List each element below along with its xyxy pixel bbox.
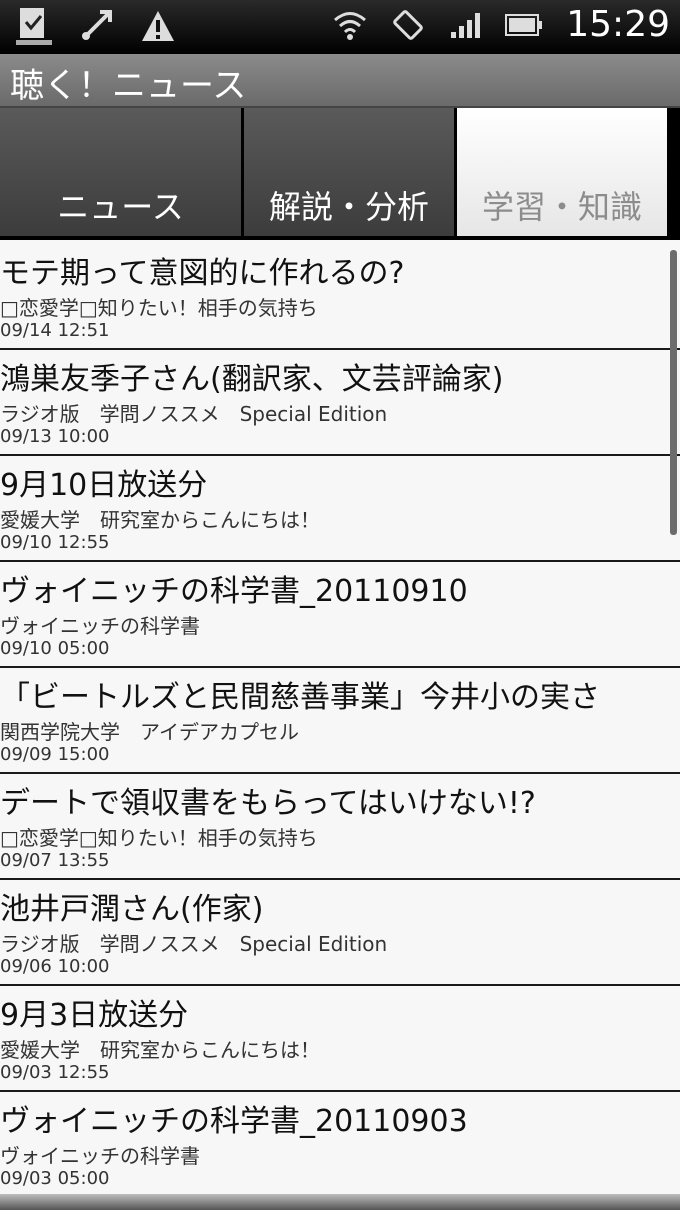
item-source: 愛媛大学 研究室からこんにちは！: [0, 508, 320, 532]
list-item[interactable]: 鴻巣友季子さん(翻訳家、文芸評論家) ラジオ版 学問ノススメ Special E…: [0, 350, 680, 456]
item-title: 9月3日放送分: [0, 998, 189, 1033]
list-item[interactable]: 池井戸潤さん(作家) ラジオ版 学問ノススメ Special Edition 0…: [0, 880, 680, 986]
item-source: ヴォイニッチの科学書: [0, 1144, 200, 1168]
list-item[interactable]: ヴォイニッチの科学書_20110910 ヴォイニッチの科学書 09/10 05:…: [0, 562, 680, 668]
item-source: 関西学院大学 アイデアカプセル: [0, 720, 299, 744]
warning-icon: [138, 6, 178, 46]
list-item[interactable]: ヴォイニッチの科学書_20110903 ヴォイニッチの科学書 09/03 05:…: [0, 1092, 680, 1196]
item-date: 09/09 15:00: [0, 744, 110, 765]
item-date: 09/10 05:00: [0, 638, 110, 659]
item-title: 9月10日放送分: [0, 468, 208, 503]
item-source: ラジオ版 学問ノススメ Special Edition: [0, 932, 388, 956]
item-date: 09/14 12:51: [0, 320, 110, 341]
tab-news-label: ニュース: [57, 188, 184, 226]
item-title: モテ期って意図的に作れるの?: [0, 256, 405, 291]
list-item[interactable]: デートで領収書をもらってはいけない!? □恋愛学□知りたい！相手の気持ち 09/…: [0, 774, 680, 880]
signal-icon: [446, 5, 486, 45]
item-source: ラジオ版 学問ノススメ Special Edition: [0, 402, 388, 426]
tab-analysis-label: 解説・分析: [268, 188, 429, 226]
item-date: 09/03 05:00: [0, 1168, 110, 1189]
item-date: 09/06 10:00: [0, 956, 110, 977]
item-date: 09/03 12:55: [0, 1062, 110, 1083]
download-complete-icon: [14, 6, 54, 46]
battery-icon: [504, 5, 544, 45]
tab-analysis[interactable]: 解説・分析: [244, 108, 454, 236]
item-source: □恋愛学□知りたい！相手の気持ち: [0, 826, 318, 850]
bottom-edge: [0, 1194, 680, 1210]
tab-bar: ニュース 解説・分析 学習・知識: [0, 108, 680, 240]
item-title: 池井戸潤さん(作家): [0, 892, 264, 927]
item-title: ヴォイニッチの科学書_20110910: [0, 574, 468, 609]
item-source: □恋愛学□知りたい！相手の気持ち: [0, 296, 318, 320]
item-source: ヴォイニッチの科学書: [0, 614, 200, 638]
rotate-icon: [388, 5, 428, 45]
list-scrollbar[interactable]: [670, 250, 677, 535]
list-item[interactable]: 9月3日放送分 愛媛大学 研究室からこんにちは！ 09/03 12:55: [0, 986, 680, 1092]
item-title: ヴォイニッチの科学書_20110903: [0, 1104, 468, 1139]
list-item[interactable]: 9月10日放送分 愛媛大学 研究室からこんにちは！ 09/10 12:55: [0, 456, 680, 562]
item-date: 09/10 12:55: [0, 532, 110, 553]
list-item[interactable]: 「ビートルズと民間慈善事業」今井小の実さ 関西学院大学 アイデアカプセル 09/…: [0, 668, 680, 774]
tab-bar-filler: [670, 108, 680, 240]
item-date: 09/13 10:00: [0, 426, 110, 447]
status-bar: 15:29: [0, 0, 680, 54]
item-title: デートで領収書をもらってはいけない!?: [0, 786, 536, 821]
item-title: 鴻巣友季子さん(翻訳家、文芸評論家): [0, 362, 504, 397]
status-clock: 15:29: [566, 4, 670, 45]
item-source: 愛媛大学 研究室からこんにちは！: [0, 1038, 320, 1062]
item-title: 「ビートルズと民間慈善事業」今井小の実さ: [0, 680, 600, 715]
item-date: 09/07 13:55: [0, 850, 110, 871]
app-title: 聴く！ニュース: [10, 66, 247, 106]
tab-news[interactable]: ニュース: [0, 108, 241, 236]
usb-icon: [76, 6, 116, 46]
wifi-icon: [330, 5, 370, 45]
tab-learning-label: 学習・知識: [481, 188, 642, 226]
episode-list[interactable]: モテ期って意図的に作れるの? □恋愛学□知りたい！相手の気持ち 09/14 12…: [0, 244, 680, 1196]
app-title-bar: 聴く！ニュース: [0, 54, 680, 108]
tab-learning[interactable]: 学習・知識: [457, 108, 667, 236]
list-item[interactable]: モテ期って意図的に作れるの? □恋愛学□知りたい！相手の気持ち 09/14 12…: [0, 244, 680, 350]
